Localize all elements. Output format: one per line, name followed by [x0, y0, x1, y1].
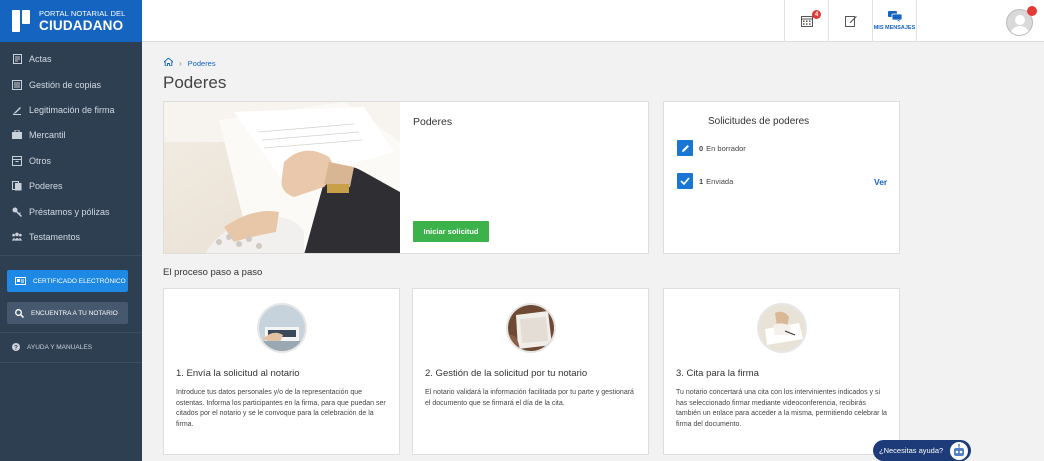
solicitudes-card: Solicitudes de poderes 0 En borrador 1 E… — [663, 101, 900, 254]
sidebar-item-label: Legitimación de firma — [29, 104, 115, 115]
search-icon — [15, 308, 24, 318]
solicitudes-title: Solicitudes de poderes — [708, 116, 810, 127]
breadcrumb: › Poderes — [162, 57, 216, 68]
box-icon — [12, 155, 22, 166]
lock-badge-icon — [1027, 6, 1037, 16]
ver-link[interactable]: Ver — [874, 177, 887, 187]
people-icon — [12, 232, 22, 242]
sidebar-item-prestamos[interactable]: Préstamos y pólizas — [0, 199, 142, 224]
check-icon — [677, 173, 693, 189]
process-title: El proceso paso a paso — [163, 267, 263, 278]
sidebar-divider — [0, 255, 142, 256]
step-card-3: 3. Cita para la firma Tu notario concert… — [663, 288, 900, 455]
sidebar-item-copias[interactable]: Gestión de copias — [0, 72, 142, 97]
borrador-row[interactable]: 0 En borrador — [677, 140, 746, 156]
step-card-1: 1. Envía la solicitud al notario Introdu… — [163, 288, 400, 455]
help-label: AYUDA Y MANUALES — [27, 343, 93, 351]
calendar-button[interactable]: 4 — [784, 0, 828, 42]
home-icon[interactable] — [162, 57, 175, 68]
borrador-label: En borrador — [706, 143, 746, 153]
step-description: Tu notario concertará una cita con los i… — [676, 389, 887, 428]
firma-icon — [12, 105, 22, 115]
sidebar-item-mercantil[interactable]: Mercantil — [0, 122, 142, 147]
briefcase-icon — [12, 130, 22, 140]
sidebar: Actas Gestión de copias Legitimación de … — [0, 42, 142, 461]
sidebar-item-label: Testamentos — [29, 231, 81, 242]
signing-photo — [164, 102, 400, 253]
sidebar-help-link[interactable]: ? AYUDA Y MANUALES — [0, 338, 142, 356]
help-chat-label: ¿Necesitas ayuda? — [879, 446, 944, 455]
enviada-label: Enviada — [706, 176, 734, 186]
sidebar-divider — [0, 332, 142, 333]
messages-label: MIS MENSAJES — [873, 25, 916, 31]
robot-icon — [948, 440, 970, 461]
question-icon: ? — [12, 343, 20, 351]
enviada-row[interactable]: 1 Enviada — [677, 173, 733, 189]
pencil-icon — [677, 140, 693, 156]
edit-button[interactable] — [828, 0, 872, 42]
sidebar-item-label: Mercantil — [29, 129, 66, 140]
step2-image — [506, 303, 556, 353]
step-title: 3. Cita para la firma — [676, 368, 759, 379]
help-chat-button[interactable]: ¿Necesitas ayuda? — [873, 440, 971, 461]
documents-icon — [12, 180, 22, 191]
calendar-badge: 4 — [812, 10, 821, 19]
step-description: Introduce tus datos personales y/o de la… — [176, 389, 386, 428]
top-bar: PORTAL NOTARIAL DEL CIUDADANO 4 MIS MENS… — [0, 0, 1044, 42]
sidebar-item-label: Poderes — [29, 180, 63, 191]
encuentra-notario-button[interactable]: ENCUENTRA A TU NOTARIO — [7, 302, 128, 324]
sidebar-item-label: Actas — [29, 53, 52, 64]
sidebar-divider — [0, 362, 142, 363]
calendar-icon — [800, 16, 813, 27]
key-icon — [12, 207, 22, 217]
portal-logo[interactable]: PORTAL NOTARIAL DEL CIUDADANO — [0, 0, 142, 42]
logo-line1: PORTAL NOTARIAL DEL — [39, 8, 126, 18]
sidebar-item-otros[interactable]: Otros — [0, 148, 142, 173]
step3-image — [757, 303, 807, 353]
chat-icon — [887, 11, 902, 22]
sidebar-item-label: Otros — [29, 155, 52, 166]
logo-mark-icon — [12, 10, 30, 32]
step-card-2: 2. Gestión de la solicitud por tu notari… — [412, 288, 649, 455]
notario-label: ENCUENTRA A TU NOTARIO — [31, 309, 118, 317]
step1-image — [257, 303, 307, 353]
sidebar-item-legitimacion[interactable]: Legitimación de firma — [0, 97, 142, 122]
messages-button[interactable]: MIS MENSAJES — [872, 0, 917, 42]
id-card-icon — [15, 277, 26, 285]
breadcrumb-separator: › — [179, 58, 182, 68]
iniciar-solicitud-button[interactable]: Iniciar solicitud — [413, 221, 489, 242]
breadcrumb-current[interactable]: Poderes — [188, 59, 216, 68]
sidebar-item-actas[interactable]: Actas — [0, 46, 142, 71]
step-title: 2. Gestión de la solicitud por tu notari… — [425, 368, 588, 379]
svg-text:?: ? — [14, 345, 18, 351]
step-description: El notario validará la información facil… — [425, 389, 634, 407]
card-title: Poderes — [413, 116, 453, 128]
certificado-button[interactable]: CERTIFICADO ELECTRÓNICO — [7, 270, 128, 292]
sidebar-item-label: Gestión de copias — [29, 79, 102, 90]
actas-icon — [12, 53, 22, 64]
borrador-count: 0 — [699, 143, 704, 153]
sidebar-item-testamentos[interactable]: Testamentos — [0, 224, 142, 249]
sidebar-item-poderes[interactable]: Poderes — [0, 173, 142, 198]
logo-line2: CIUDADANO — [39, 18, 124, 33]
copias-icon — [12, 79, 22, 90]
sidebar-item-label: Préstamos y pólizas — [29, 206, 110, 217]
certificado-label: CERTIFICADO ELECTRÓNICO — [33, 277, 126, 285]
edit-icon — [844, 16, 857, 27]
page-title: Poderes — [163, 73, 227, 92]
step-title: 1. Envía la solicitud al notario — [176, 368, 300, 379]
enviada-count: 1 — [699, 176, 704, 186]
poderes-card: Poderes Iniciar solicitud — [163, 101, 649, 254]
